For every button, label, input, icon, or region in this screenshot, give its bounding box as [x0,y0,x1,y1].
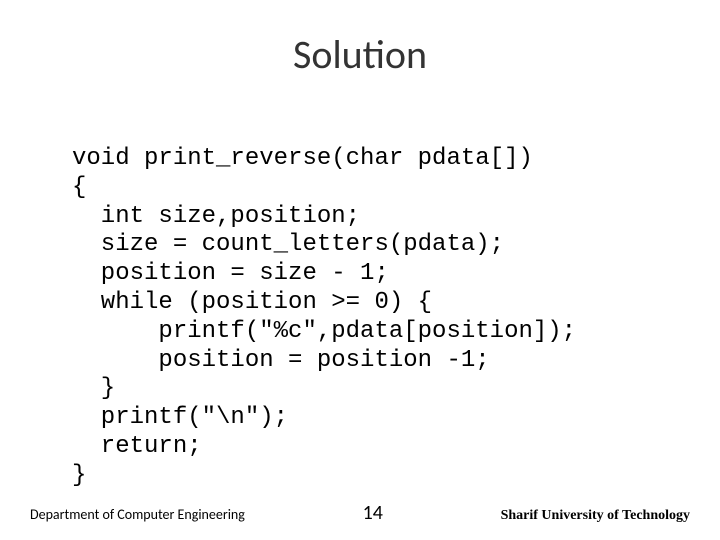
slide: Solution void print_reverse(char pdata[]… [0,0,720,540]
code-block: void print_reverse(char pdata[]) { int s… [72,145,576,491]
footer: Department of Computer Engineering 14 Sh… [0,501,720,525]
footer-department: Department of Computer Engineering [30,506,245,523]
slide-title: Solution [0,30,720,79]
footer-university: Sharif University of Technology [501,508,690,524]
footer-page-number: 14 [363,501,383,525]
